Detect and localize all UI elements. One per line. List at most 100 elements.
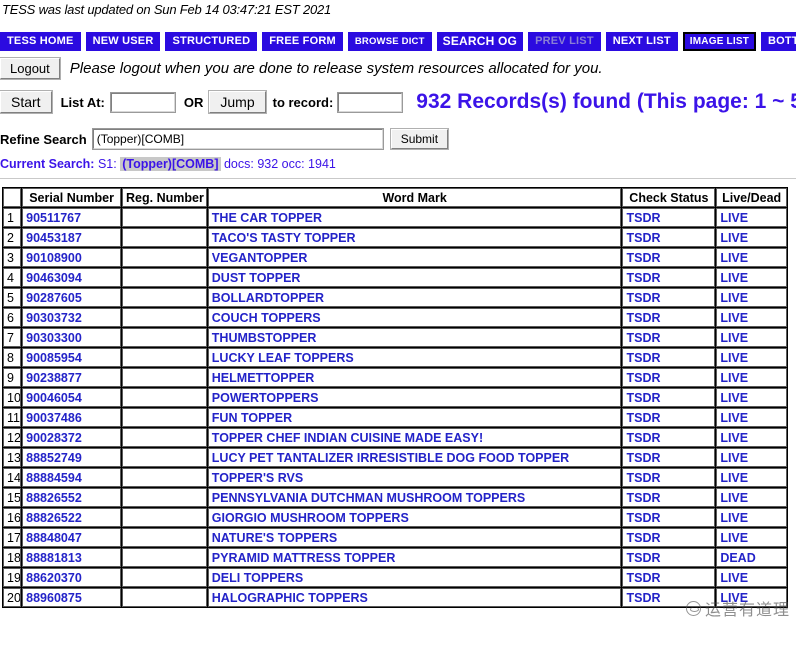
cell-row-index: 20	[3, 588, 21, 607]
cell-reg-number	[122, 308, 207, 327]
cell-word-mark[interactable]: DUST TOPPER	[208, 268, 622, 287]
table-row: 1688826522GIORGIO MUSHROOM TOPPERSTSDRLI…	[3, 508, 787, 527]
cell-word-mark[interactable]: GIORGIO MUSHROOM TOPPERS	[208, 508, 622, 527]
nav-button-image-list[interactable]: IMAGE LIST	[683, 32, 756, 51]
cell-check-status[interactable]: TSDR	[622, 368, 715, 387]
cell-check-status[interactable]: TSDR	[622, 308, 715, 327]
cell-check-status[interactable]: TSDR	[622, 268, 715, 287]
cell-row-index: 19	[3, 568, 21, 587]
cell-word-mark[interactable]: NATURE'S TOPPERS	[208, 528, 622, 547]
cell-serial-number[interactable]: 88881813	[22, 548, 121, 567]
to-record-label: to record:	[273, 95, 334, 110]
cell-serial-number[interactable]: 90046054	[22, 388, 121, 407]
cell-check-status[interactable]: TSDR	[622, 448, 715, 467]
jump-button[interactable]: Jump	[209, 91, 265, 113]
nav-button-new-user[interactable]: NEW USER	[86, 32, 161, 51]
cell-word-mark[interactable]: BOLLARDTOPPER	[208, 288, 622, 307]
nav-button-search-og[interactable]: SEARCH OG	[437, 32, 523, 51]
cell-check-status[interactable]: TSDR	[622, 508, 715, 527]
refine-search-input[interactable]	[93, 129, 383, 149]
cell-word-mark[interactable]: LUCKY LEAF TOPPERS	[208, 348, 622, 367]
cell-live-dead: LIVE	[716, 428, 787, 447]
cell-serial-number[interactable]: 90287605	[22, 288, 121, 307]
cell-serial-number[interactable]: 90303732	[22, 308, 121, 327]
nav-button-prev-list: PREV LIST	[528, 32, 601, 51]
cell-check-status[interactable]: TSDR	[622, 388, 715, 407]
cell-serial-number[interactable]: 90303300	[22, 328, 121, 347]
cell-serial-number[interactable]: 90511767	[22, 208, 121, 227]
cell-live-dead: LIVE	[716, 348, 787, 367]
cell-live-dead: DEAD	[716, 548, 787, 567]
cell-row-index: 15	[3, 488, 21, 507]
to-record-input[interactable]	[338, 93, 402, 112]
table-row: 1988620370DELI TOPPERSTSDRLIVE	[3, 568, 787, 587]
cell-word-mark[interactable]: POWERTOPPERS	[208, 388, 622, 407]
cell-check-status[interactable]: TSDR	[622, 548, 715, 567]
cell-live-dead: LIVE	[716, 268, 787, 287]
cell-serial-number[interactable]: 88826522	[22, 508, 121, 527]
list-at-input[interactable]	[111, 93, 175, 112]
last-updated-text: TESS was last updated on Sun Feb 14 03:4…	[0, 0, 796, 17]
cell-serial-number[interactable]: 90085954	[22, 348, 121, 367]
cell-check-status[interactable]: TSDR	[622, 568, 715, 587]
cell-serial-number[interactable]: 90463094	[22, 268, 121, 287]
cell-word-mark[interactable]: THUMBSTOPPER	[208, 328, 622, 347]
cell-live-dead: LIVE	[716, 288, 787, 307]
cell-serial-number[interactable]: 88960875	[22, 588, 121, 607]
cell-serial-number[interactable]: 90108900	[22, 248, 121, 267]
cell-check-status[interactable]: TSDR	[622, 428, 715, 447]
cell-live-dead: LIVE	[716, 588, 787, 607]
cell-word-mark[interactable]: FUN TOPPER	[208, 408, 622, 427]
cell-check-status[interactable]: TSDR	[622, 208, 715, 227]
logout-button[interactable]: Logout	[0, 58, 60, 79]
cell-word-mark[interactable]: LUCY PET TANTALIZER IRRESISTIBLE DOG FOO…	[208, 448, 622, 467]
cell-word-mark[interactable]: HELMETTOPPER	[208, 368, 622, 387]
cell-check-status[interactable]: TSDR	[622, 528, 715, 547]
table-row: 1588826552 PENNSYLVANIA DUTCHMAN MUSHROOM…	[3, 488, 787, 507]
col-header-index	[3, 188, 21, 207]
cell-word-mark[interactable]: PENNSYLVANIA DUTCHMAN MUSHROOM TOPPERS	[208, 488, 622, 507]
cell-row-index: 11	[3, 408, 21, 427]
cell-check-status[interactable]: TSDR	[622, 228, 715, 247]
cell-reg-number	[122, 588, 207, 607]
cell-check-status[interactable]: TSDR	[622, 468, 715, 487]
table-row: 990238877HELMETTOPPERTSDRLIVE	[3, 368, 787, 387]
cell-check-status[interactable]: TSDR	[622, 588, 715, 607]
cell-check-status[interactable]: TSDR	[622, 288, 715, 307]
nav-button-free-form[interactable]: FREE FORM	[262, 32, 343, 51]
current-search-label: Current Search:	[0, 157, 94, 171]
nav-button-next-list[interactable]: NEXT LIST	[606, 32, 678, 51]
cell-serial-number[interactable]: 88620370	[22, 568, 121, 587]
nav-button-browse-dict[interactable]: BROWSE DICT	[348, 32, 432, 51]
cell-word-mark[interactable]: TACO'S TASTY TOPPER	[208, 228, 622, 247]
cell-word-mark[interactable]: HALOGRAPHIC TOPPERS	[208, 588, 622, 607]
cell-live-dead: LIVE	[716, 228, 787, 247]
cell-check-status[interactable]: TSDR	[622, 408, 715, 427]
nav-button-structured[interactable]: STRUCTURED	[165, 32, 257, 51]
cell-word-mark[interactable]: PYRAMID MATTRESS TOPPER	[208, 548, 622, 567]
cell-serial-number[interactable]: 88826552	[22, 488, 121, 507]
submit-button[interactable]: Submit	[391, 129, 448, 149]
records-found-text: 932 Records(s) found (This page: 1 ~ 5	[416, 90, 796, 114]
start-button[interactable]: Start	[0, 91, 52, 113]
cell-serial-number[interactable]: 90238877	[22, 368, 121, 387]
cell-check-status[interactable]: TSDR	[622, 248, 715, 267]
cell-serial-number[interactable]: 88848047	[22, 528, 121, 547]
cell-word-mark[interactable]: COUCH TOPPERS	[208, 308, 622, 327]
cell-serial-number[interactable]: 90037486	[22, 408, 121, 427]
cell-serial-number[interactable]: 88852749	[22, 448, 121, 467]
cell-serial-number[interactable]: 90028372	[22, 428, 121, 447]
cell-word-mark[interactable]: TOPPER'S RVS	[208, 468, 622, 487]
cell-check-status[interactable]: TSDR	[622, 348, 715, 367]
cell-check-status[interactable]: TSDR	[622, 328, 715, 347]
cell-reg-number	[122, 528, 207, 547]
nav-button-bottom[interactable]: BOTTOM	[761, 32, 796, 51]
cell-check-status[interactable]: TSDR	[622, 488, 715, 507]
nav-button-tess-home[interactable]: TESS HOME	[0, 32, 81, 51]
cell-serial-number[interactable]: 88884594	[22, 468, 121, 487]
cell-word-mark[interactable]: VEGANTOPPER	[208, 248, 622, 267]
cell-word-mark[interactable]: TOPPER CHEF INDIAN CUISINE MADE EASY!	[208, 428, 622, 447]
cell-word-mark[interactable]: THE CAR TOPPER	[208, 208, 622, 227]
cell-word-mark[interactable]: DELI TOPPERS	[208, 568, 622, 587]
cell-serial-number[interactable]: 90453187	[22, 228, 121, 247]
